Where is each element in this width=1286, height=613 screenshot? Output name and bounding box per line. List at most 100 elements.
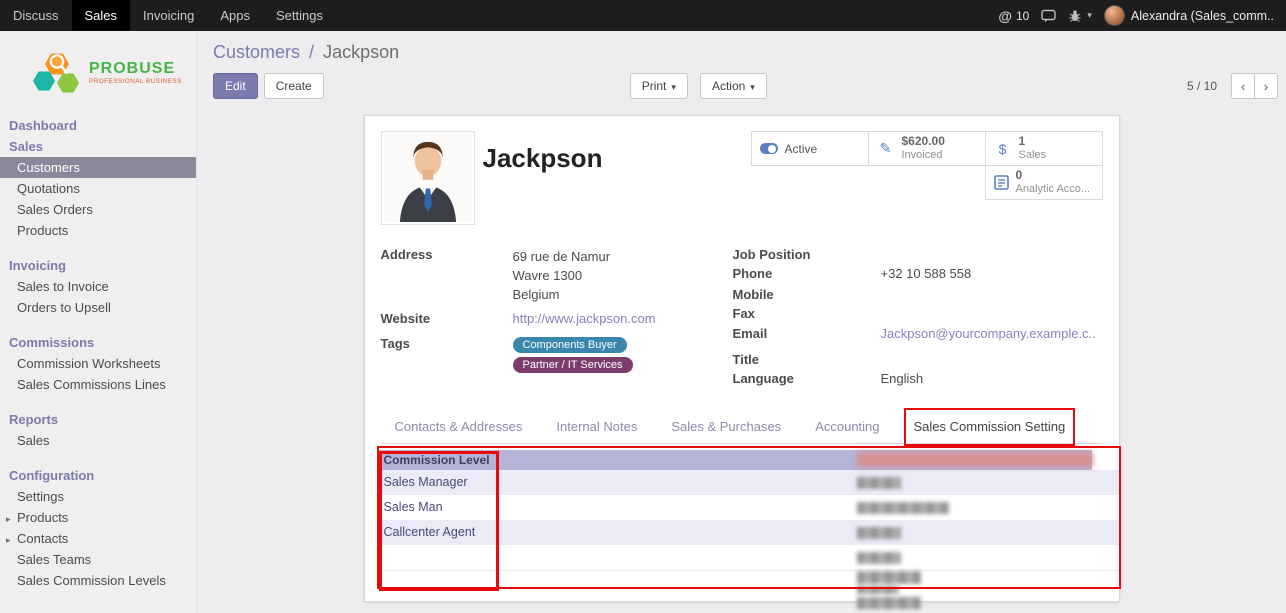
sidebar-item-quotations[interactable]: Quotations	[0, 178, 196, 199]
print-label: Print	[642, 79, 667, 93]
stat-button-sales[interactable]: $ 1 Sales	[985, 131, 1103, 166]
redacted-block	[857, 552, 901, 564]
job-position-label: Job Position	[733, 247, 881, 264]
sidebar-item-commission-worksheets[interactable]: Commission Worksheets	[0, 353, 196, 374]
commission-table: Commission Level Sales Manager Sales Man…	[379, 450, 1119, 598]
sidebar-heading-configuration[interactable]: Configuration	[0, 465, 196, 486]
website-label: Website	[381, 311, 513, 328]
menu-settings[interactable]: Settings	[263, 0, 336, 31]
mobile-label: Mobile	[733, 287, 881, 304]
sidebar-item-label: Products	[17, 510, 68, 525]
create-button[interactable]: Create	[264, 73, 324, 99]
menu-invoicing[interactable]: Invoicing	[130, 0, 207, 31]
sidebar-item-sales-commissions-lines[interactable]: Sales Commissions Lines	[0, 374, 196, 395]
pager-next-button[interactable]: ›	[1254, 73, 1278, 99]
table-row-sales-man[interactable]: Sales Man	[379, 495, 1119, 520]
top-navbar: Discuss Sales Invoicing Apps Settings @ …	[0, 0, 1286, 31]
sidebar-item-sales-to-invoice[interactable]: Sales to Invoice	[0, 276, 196, 297]
sidebar-heading-dashboard[interactable]: Dashboard	[0, 115, 196, 136]
at-icon: @	[998, 8, 1012, 24]
print-menu-button[interactable]: Print ▾	[630, 73, 688, 99]
partner-form-sheet: Jackpson Active ✎ $620.00 Invoiced	[364, 115, 1120, 602]
column-header-commission-level: Commission Level	[379, 453, 490, 467]
pager-previous-button[interactable]: ‹	[1231, 73, 1255, 99]
sidebar-item-sales-report[interactable]: Sales	[0, 430, 196, 451]
tags-label: Tags	[381, 336, 513, 376]
language-value: English	[881, 371, 1103, 388]
tag-partner-it-services: Partner / IT Services	[513, 357, 633, 373]
partner-photo-image	[384, 134, 472, 222]
redacted-block	[857, 597, 921, 609]
table-row-empty	[379, 545, 1119, 570]
user-name: Alexandra (Sales_comm..	[1131, 9, 1274, 23]
analytic-accounts-icon	[994, 175, 1009, 190]
caret-down-icon: ▾	[671, 82, 676, 92]
stat-label: Sales	[1019, 149, 1047, 162]
address-value: 69 rue de Namur Wavre 1300 Belgium	[513, 247, 733, 304]
menu-discuss[interactable]: Discuss	[0, 0, 72, 31]
tab-internal-notes[interactable]: Internal Notes	[554, 414, 639, 443]
breadcrumb-customers-link[interactable]: Customers	[213, 42, 300, 62]
sidebar-item-sales-teams[interactable]: Sales Teams	[0, 549, 196, 570]
redacted-block	[857, 527, 901, 539]
tab-sales-purchases[interactable]: Sales & Purchases	[669, 414, 783, 443]
expand-arrow-icon: ▸	[6, 533, 11, 548]
stat-value: 0	[1016, 169, 1091, 183]
probuse-logo[interactable]: PROBUSE PROFESSIONAL BUSINESS	[0, 31, 196, 105]
pager: 5 / 10 ‹ ›	[1187, 73, 1278, 99]
header-corner	[1092, 450, 1119, 470]
activity-menu[interactable]: @ 10	[998, 8, 1029, 24]
tab-sales-commission-setting[interactable]: Sales Commission Setting	[912, 414, 1068, 443]
table-row-sales-manager[interactable]: Sales Manager	[379, 470, 1119, 495]
table-row-callcenter-agent[interactable]: Callcenter Agent	[379, 520, 1119, 545]
edit-button[interactable]: Edit	[213, 73, 258, 99]
stat-button-invoiced[interactable]: ✎ $620.00 Invoiced	[868, 131, 986, 166]
redacted-block	[857, 586, 899, 594]
breadcrumb: Customers / Jackpson	[213, 42, 1278, 63]
notebook-tabs: Contacts & Addresses Internal Notes Sale…	[381, 414, 1103, 444]
sidebar-heading-reports[interactable]: Reports	[0, 409, 196, 430]
pencil-icon: ✎	[877, 140, 895, 157]
messages-icon[interactable]	[1041, 9, 1056, 23]
user-menu[interactable]: Alexandra (Sales_comm..	[1104, 5, 1274, 26]
phone-label: Phone	[733, 266, 881, 283]
debug-icon[interactable]	[1068, 9, 1082, 23]
sidebar-item-sales-commission-levels[interactable]: Sales Commission Levels	[0, 570, 196, 591]
menu-sales[interactable]: Sales	[72, 0, 131, 31]
website-link[interactable]: http://www.jackpson.com	[513, 311, 656, 326]
stat-button-analytic-accounts[interactable]: 0 Analytic Acco...	[985, 165, 1103, 200]
email-link[interactable]: Jackpson@yourcompany.example.c..	[881, 326, 1096, 341]
partner-photo	[381, 131, 475, 225]
sidebar-item-contacts-config[interactable]: ▸ Contacts	[0, 528, 196, 549]
address-line: Belgium	[513, 285, 733, 304]
sidebar-heading-commissions[interactable]: Commissions	[0, 332, 196, 353]
tag-components-buyer: Components Buyer	[513, 337, 627, 353]
sidebar-item-settings[interactable]: Settings	[0, 486, 196, 507]
stat-label: Analytic Acco...	[1016, 183, 1091, 196]
sidebar-item-customers[interactable]: Customers	[0, 157, 196, 178]
stat-buttons: Active ✎ $620.00 Invoiced $ 1 Sales	[749, 131, 1103, 199]
main-content: Customers / Jackpson Edit Create Print▾ …	[197, 31, 1286, 613]
sidebar-item-sales-orders[interactable]: Sales Orders	[0, 199, 196, 220]
sidebar-item-label: Contacts	[17, 531, 68, 546]
stat-button-active[interactable]: Active	[751, 131, 869, 166]
fax-value	[881, 306, 1103, 323]
tab-label: Sales Commission Setting	[914, 419, 1066, 434]
tab-contacts-addresses[interactable]: Contacts & Addresses	[393, 414, 525, 443]
redacted-block	[857, 571, 921, 584]
menu-apps[interactable]: Apps	[207, 0, 263, 31]
stat-label: Invoiced	[902, 149, 945, 162]
sidebar-item-products[interactable]: Products	[0, 220, 196, 241]
address-line: 69 rue de Namur	[513, 247, 733, 266]
stat-value: $620.00	[902, 135, 945, 149]
sidebar: PROBUSE PROFESSIONAL BUSINESS Dashboard …	[0, 31, 197, 613]
sidebar-item-products-config[interactable]: ▸ Products	[0, 507, 196, 528]
sidebar-heading-invoicing[interactable]: Invoicing	[0, 255, 196, 276]
sidebar-item-orders-to-upsell[interactable]: Orders to Upsell	[0, 297, 196, 318]
logo-subtitle: PROFESSIONAL BUSINESS	[89, 78, 182, 85]
action-menu-button[interactable]: Action▾	[700, 73, 767, 99]
redacted-block	[857, 452, 1093, 467]
tab-accounting[interactable]: Accounting	[813, 414, 881, 443]
sidebar-heading-sales[interactable]: Sales	[0, 136, 196, 157]
expand-arrow-icon: ▸	[6, 512, 11, 527]
